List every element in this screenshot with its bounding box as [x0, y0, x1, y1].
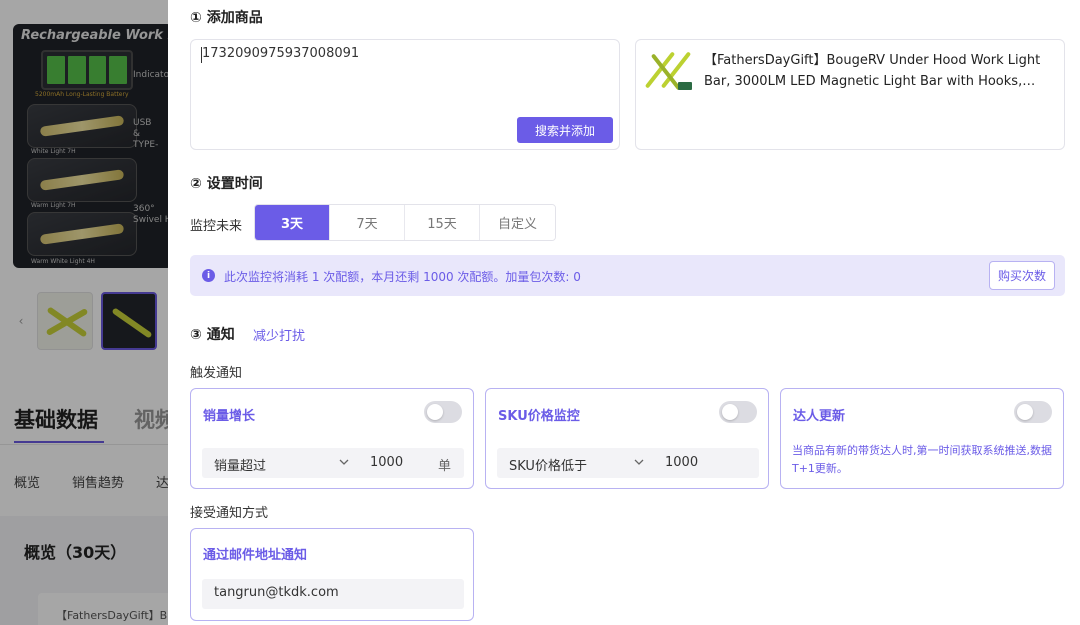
sales-condition-select[interactable]: 销量超过	[214, 455, 266, 474]
duration-segmented-control: 3天 7天 15天 自定义	[254, 204, 556, 241]
buy-quota-button[interactable]: 购买次数	[989, 261, 1055, 290]
info-icon: i	[202, 269, 215, 282]
sku-price-condition-field[interactable]: SKU价格低于 1000	[497, 448, 759, 478]
product-id-textarea[interactable]: 1732090975937008091 搜索并添加	[190, 39, 620, 150]
product-id-value: 1732090975937008091	[202, 46, 360, 61]
notify-card-creator-update: 达人更新 当商品有新的带货达人时,第一时间获取系统推送,数据T+1更新。	[780, 388, 1064, 489]
sales-unit-label: 单	[438, 459, 452, 474]
overlay-mask[interactable]	[0, 0, 168, 625]
notify-card-sku-price: SKU价格监控 SKU价格低于 1000	[485, 388, 769, 489]
sku-condition-select[interactable]: SKU价格低于	[509, 455, 587, 474]
chevron-down-icon	[634, 459, 644, 465]
product-title: 【FathersDayGift】BougeRV Under Hood Work …	[704, 53, 1041, 89]
email-notify-title: 通过邮件地址通知	[203, 548, 308, 563]
product-thumbnail	[644, 48, 694, 92]
sales-growth-toggle[interactable]	[424, 401, 462, 423]
reduce-disturb-link[interactable]: 减少打扰	[253, 325, 305, 344]
creator-update-description: 当商品有新的带货达人时,第一时间获取系统推送,数据T+1更新。	[792, 444, 1052, 475]
sku-price-toggle[interactable]	[719, 401, 757, 423]
monitor-future-label: 监控未来	[190, 219, 243, 234]
chevron-down-icon	[339, 459, 349, 465]
monitor-drawer: ① 添加商品 1732090975937008091 搜索并添加 【Father…	[168, 0, 1080, 625]
product-preview-card: 【FathersDayGift】BougeRV Under Hood Work …	[635, 39, 1065, 150]
email-field[interactable]: tangrun@tkdk.com	[202, 579, 464, 609]
sales-growth-condition-field[interactable]: 销量超过 1000 单	[202, 448, 464, 478]
quota-info-bar: i 此次监控将消耗 1 次配额，本月还剩 1000 次配额。加量包次数: 0 购…	[190, 255, 1065, 296]
duration-option-7d[interactable]: 7天	[330, 205, 405, 240]
creator-update-title: 达人更新	[793, 409, 846, 424]
sales-growth-title: 销量增长	[203, 409, 256, 424]
email-notify-card[interactable]: 通过邮件地址通知 tangrun@tkdk.com	[190, 528, 474, 621]
section-notify-title: ③ 通知	[190, 327, 235, 343]
sku-price-title: SKU价格监控	[498, 409, 580, 424]
trigger-notify-label: 触发通知	[190, 366, 243, 381]
duration-option-custom[interactable]: 自定义	[480, 205, 555, 240]
duration-option-3d[interactable]: 3天	[255, 205, 330, 240]
sku-price-threshold-input[interactable]: 1000	[665, 455, 698, 470]
sales-threshold-input[interactable]: 1000	[370, 455, 403, 470]
section-set-time-title: ② 设置时间	[190, 176, 263, 192]
quota-info-text: 此次监控将消耗 1 次配额，本月还剩 1000 次配额。加量包次数: 0	[224, 270, 581, 284]
notify-card-sales-growth: 销量增长 销量超过 1000 单	[190, 388, 474, 489]
creator-update-toggle[interactable]	[1014, 401, 1052, 423]
search-add-button[interactable]: 搜索并添加	[517, 117, 613, 143]
duration-option-15d[interactable]: 15天	[405, 205, 480, 240]
receive-method-label: 接受通知方式	[190, 506, 269, 521]
section-add-product-title: ① 添加商品	[190, 10, 263, 26]
